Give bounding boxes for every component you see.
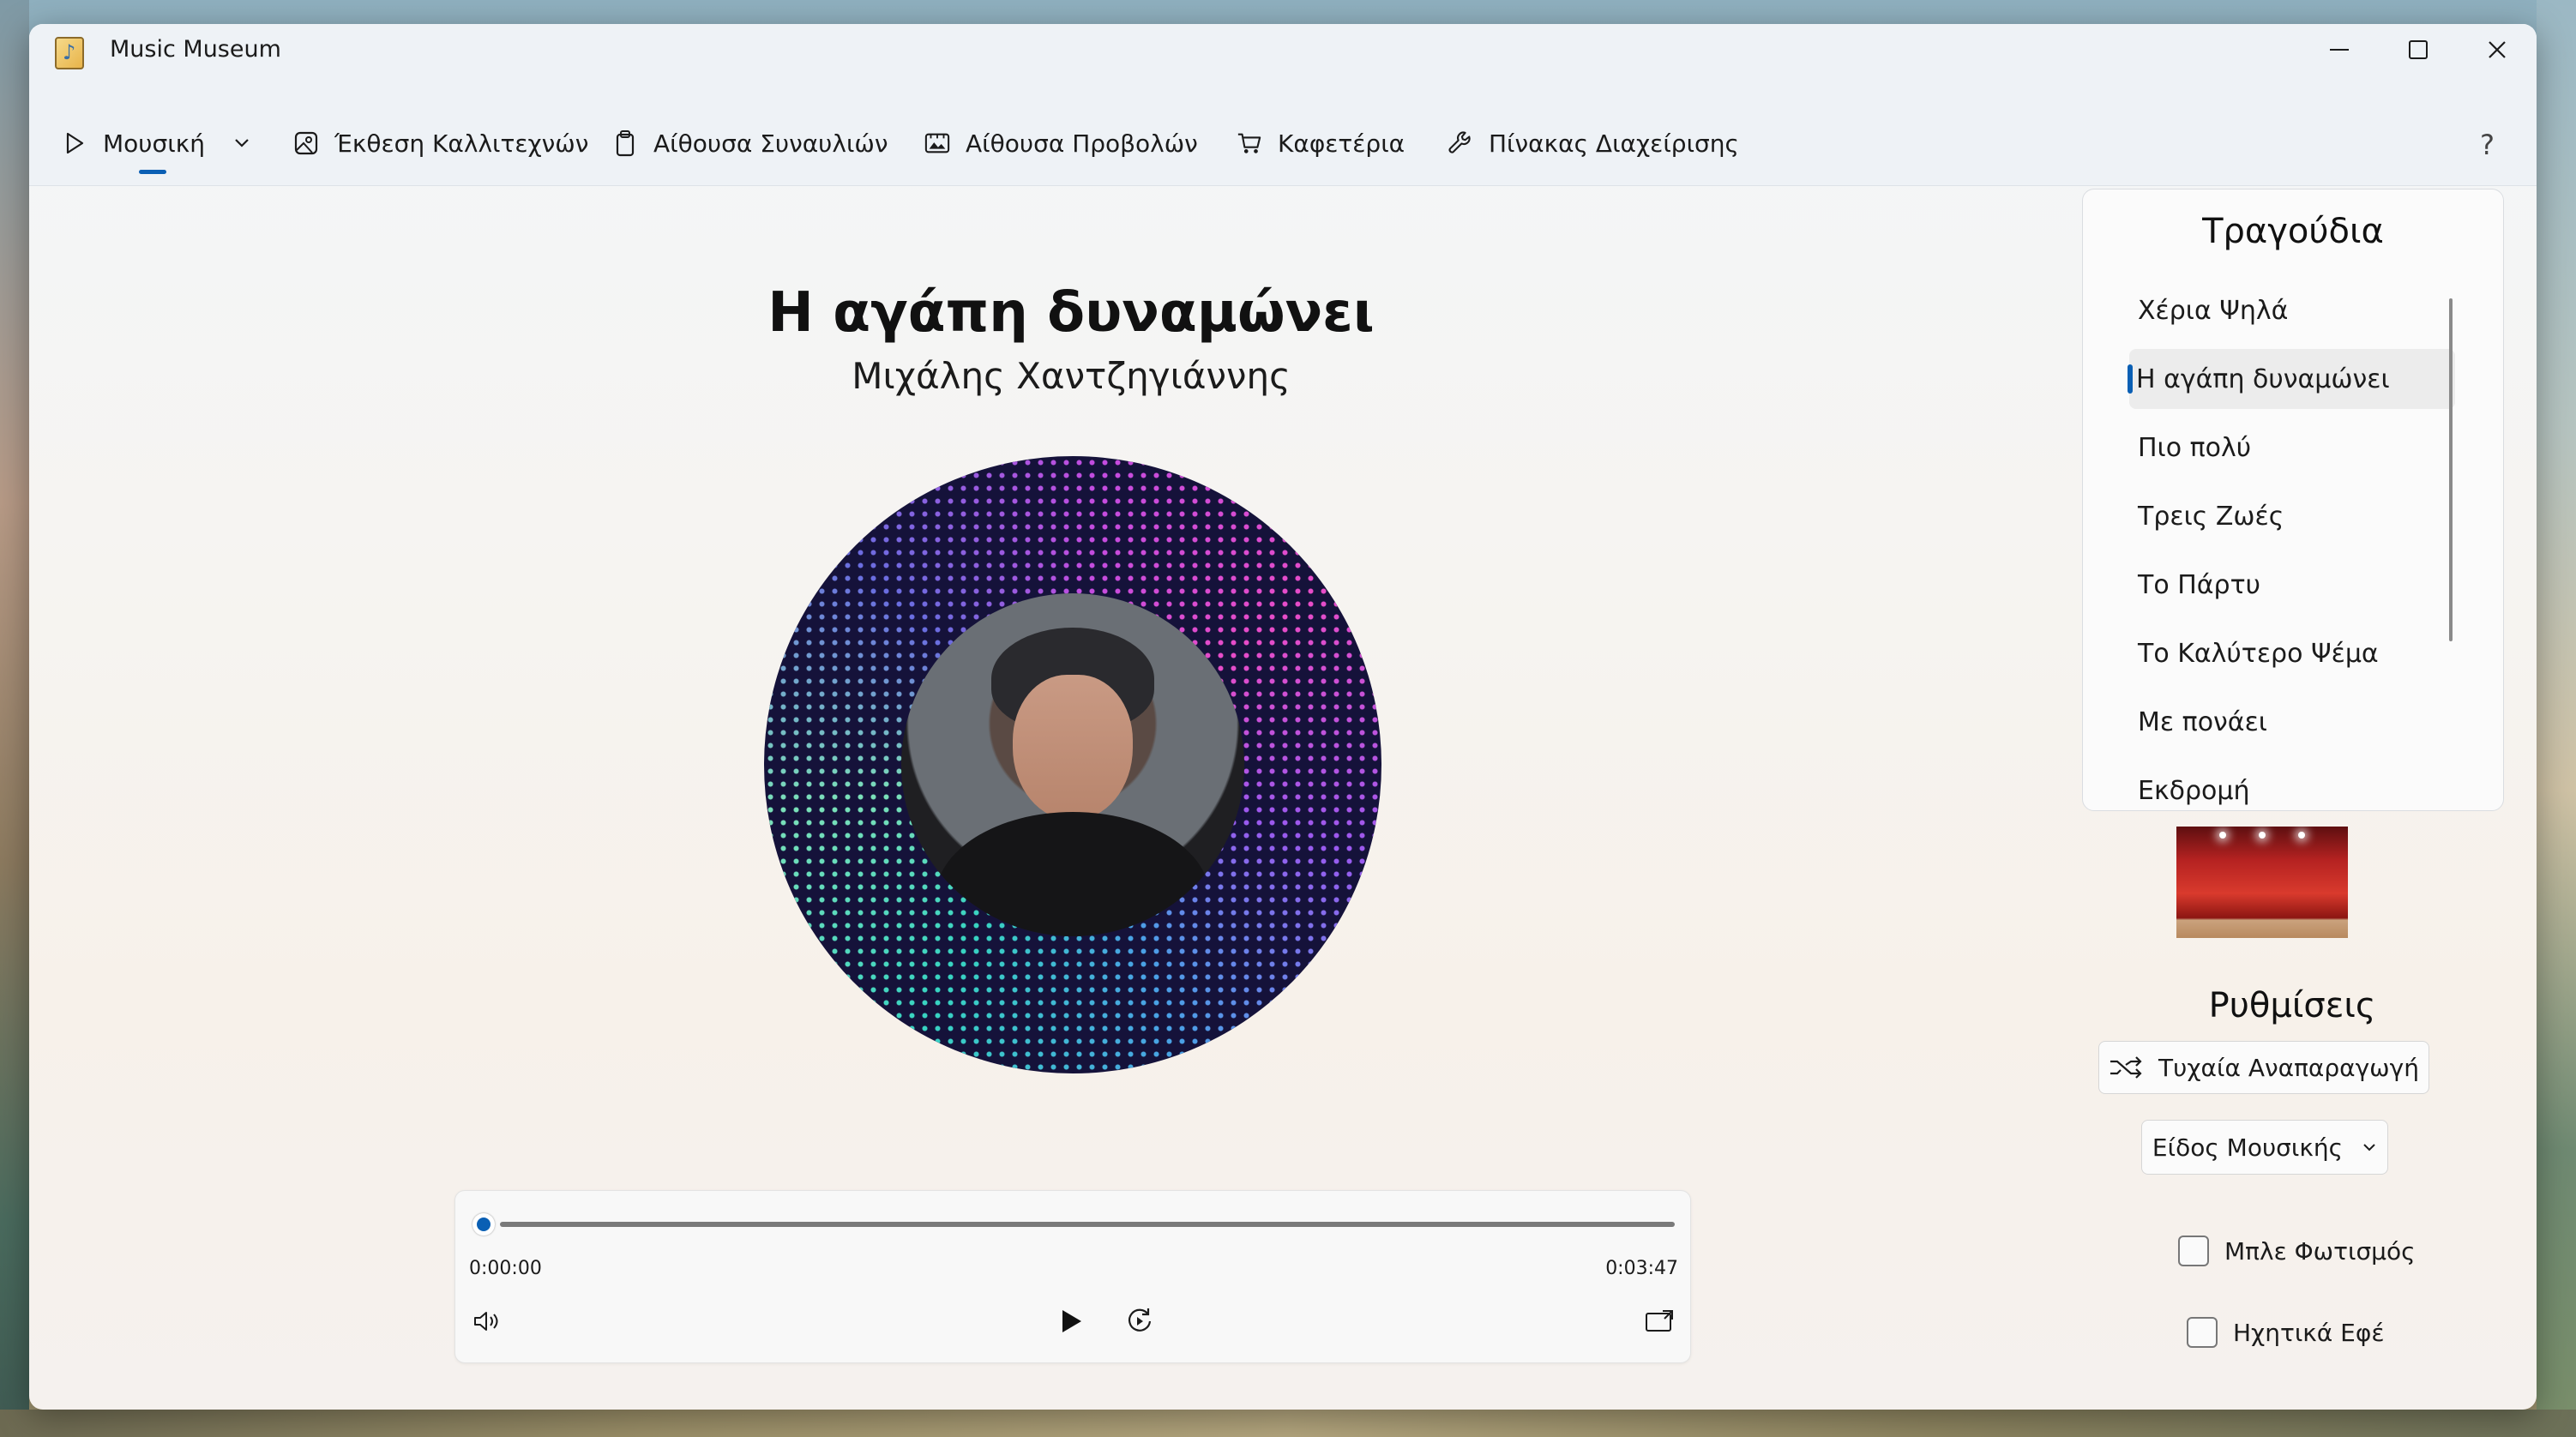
volume-button[interactable] [469,1302,507,1340]
nav-item-label: Μουσική [103,129,205,158]
stage-image [2176,827,2348,938]
nav-item-label: Καφετέρια [1278,129,1405,158]
seek-bar-track[interactable] [500,1222,1675,1227]
songs-scrollbar[interactable] [2449,298,2453,641]
song-item[interactable]: Με πονάει [2131,692,2457,752]
nav-item-admin-panel[interactable]: Πίνακας Διαχείρισης [1447,122,1739,165]
app-title: Music Museum [110,36,281,63]
chevron-down-icon [2363,1144,2375,1151]
song-item-label: Εκδρομή [2138,775,2250,806]
song-item-label: Τρεις Ζωές [2138,501,2284,532]
shuffle-button[interactable]: Τυχαία Αναπαραγωγή [2098,1041,2429,1094]
nav-item-screening-room[interactable]: Αίθουσα Προβολών [924,122,1198,165]
help-button[interactable]: ? [2480,129,2495,161]
nav-item-label: Αίθουσα Προβολών [966,129,1198,158]
songs-title: Τραγούδια [2202,212,2384,251]
cast-icon [1646,1310,1673,1332]
total-time: 0:03:47 [1605,1258,1678,1279]
nav-item-label: Πίνακας Διαχείρισης [1489,129,1739,158]
song-item[interactable]: Χέρια Ψηλά [2131,280,2457,340]
song-item-label: Με πονάει [2138,706,2267,737]
play-button[interactable] [1052,1302,1090,1340]
play-icon [62,130,87,156]
nav-item-cafeteria[interactable]: Καφετέρια [1237,122,1405,165]
volume-icon [474,1312,498,1331]
app-icon [55,37,84,69]
cart-icon [1237,130,1262,156]
song-item[interactable]: Εκδρομή [2131,761,2457,810]
title-bar: Music Museum [29,24,2537,101]
close-icon [2489,41,2506,58]
song-item-label: Πιο πολύ [2138,432,2252,463]
selected-tab-indicator [139,170,166,174]
sound-fx-checkbox-row[interactable]: Ηχητικά Εφέ [2187,1317,2384,1348]
nav-item-concert-hall[interactable]: Αίθουσα Συναυλιών [612,122,888,165]
song-item[interactable]: Πιο πολύ [2131,418,2457,478]
shuffle-icon [2110,1056,2142,1079]
sound-fx-label: Ηχητικά Εφέ [2233,1318,2385,1347]
wrench-icon [1447,130,1473,156]
blue-light-checkbox[interactable] [2178,1236,2209,1266]
genre-dropdown[interactable]: Είδος Μουσικής [2141,1120,2388,1175]
seek-bar-thumb[interactable] [472,1213,495,1236]
song-item[interactable]: Τρεις Ζωές [2131,486,2457,546]
replay-icon [1128,1308,1152,1332]
desktop-background-right [2537,0,2576,1437]
cast-button[interactable] [1640,1302,1678,1340]
song-item-label: Χέρια Ψηλά [2138,295,2289,326]
current-time: 0:00:00 [469,1258,542,1279]
now-playing-artist: Μιχάλης Χαντζηγιάννης [852,355,1291,397]
close-button[interactable] [2471,33,2523,67]
blue-light-checkbox-row[interactable]: Μπλε Φωτισμός [2178,1236,2416,1266]
genre-label: Είδος Μουσικής [2152,1133,2344,1162]
nav-item-label: Αίθουσα Συναυλιών [653,129,888,158]
replay-button[interactable] [1121,1302,1159,1340]
shuffle-label: Τυχαία Αναπαραγωγή [2158,1053,2419,1082]
nav-item-artist-exhibition[interactable]: Έκθεση Καλλιτεχνών [293,122,588,165]
song-item[interactable]: Η αγάπη δυναμώνει [2128,349,2455,409]
media-player: 0:00:00 0:03:47 [454,1190,1691,1363]
nav-item-music[interactable]: Μουσική [62,122,255,165]
sound-fx-checkbox[interactable] [2187,1317,2218,1348]
song-item-label: Το Πάρτυ [2138,569,2261,600]
album-art-disc [764,456,1381,1073]
now-playing-title: Η αγάπη δυναμώνει [767,281,1375,345]
settings-title: Ρυθμίσεις [2208,986,2376,1025]
image-icon [293,130,319,156]
maximize-button[interactable] [2392,33,2444,67]
minimize-button[interactable] [2314,33,2365,67]
song-item-label: Το Καλύτερο Ψέμα [2138,638,2379,669]
song-item[interactable]: Το Καλύτερο Ψέμα [2131,623,2457,683]
songs-panel: Τραγούδια Χέρια Ψηλά Η αγάπη δυναμώνει Πιο… [2082,189,2504,811]
song-item-label: Η αγάπη δυναμώνει [2136,364,2390,394]
nav-item-label: Έκθεση Καλλιτεχνών [334,129,589,158]
play-icon [1062,1310,1081,1332]
artist-photo [901,593,1244,936]
selected-song-indicator [2128,364,2133,394]
gallery-icon [924,130,950,156]
blue-light-label: Μπλε Φωτισμός [2224,1236,2416,1266]
chevron-down-icon[interactable] [229,130,255,156]
nav-bar: Μουσική Έκθεση Καλλιτεχνών Αίθουσα Συναυ… [29,101,2537,186]
song-item[interactable]: Το Πάρτυ [2131,555,2457,615]
desktop-background-left [0,0,29,1437]
clipboard-icon [612,130,638,157]
desktop-background-bottom [0,1410,2576,1437]
